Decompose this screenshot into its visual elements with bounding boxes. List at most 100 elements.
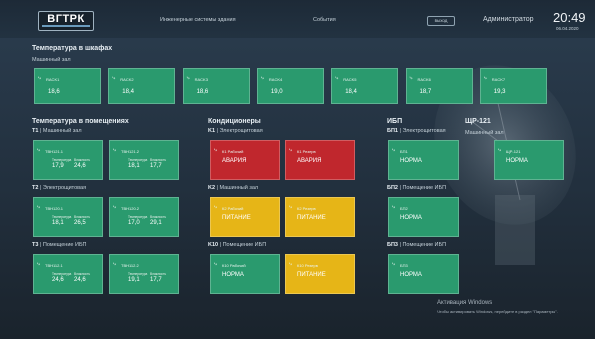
thermometer-icon: ⤷ xyxy=(37,204,40,210)
sensor-name: ТВН112.2 xyxy=(121,263,139,268)
windows-activation-text: Чтобы активировать Windows, перейдите в … xyxy=(437,309,558,314)
ac-group-location: Помещение ИБП xyxy=(222,242,267,248)
humidity-caption: Влажность xyxy=(150,272,167,276)
humidity-value: 17,7 xyxy=(150,277,162,283)
ac-unit-state: ПИТАНИЕ xyxy=(297,272,326,278)
ac-icon: ⤷ xyxy=(289,147,292,153)
cabinet-name: RACK6 xyxy=(417,77,431,82)
ups-group-id: БП2 xyxy=(387,185,398,191)
cabinet-name: RACK7 xyxy=(491,77,506,82)
ups-card[interactable]: ⤷ БП1 НОРМА xyxy=(388,140,459,180)
room-sensor-card[interactable]: ⤷ ТВН121.1 Температура Влажность 17,9 24,6 xyxy=(33,140,103,180)
ac-unit-card[interactable]: ⤷ К1 Рабочий АВАРИЯ xyxy=(210,140,280,180)
ac-unit-state: АВАРИЯ xyxy=(297,158,322,164)
humidity-value: 24,6 xyxy=(74,277,86,283)
logout-button[interactable]: выход xyxy=(427,16,455,26)
room-sensor-card[interactable]: ⤷ ТВН121.2 Температура Влажность 18,1 17,7 xyxy=(109,140,179,180)
thermometer-icon: ⤷ xyxy=(37,147,40,153)
temperature-value: 18,1 xyxy=(128,163,140,169)
cabinet-card[interactable]: ⤷ RACK5 18,4 xyxy=(331,68,399,104)
cabinet-name: RACK1 xyxy=(46,77,60,82)
temperature-caption: Температура xyxy=(52,215,72,219)
ups-group-label: БП1 | Электрощитовая xyxy=(387,128,446,134)
ups-name: БП1 xyxy=(400,149,408,154)
ac-unit-state: АВАРИЯ xyxy=(222,158,247,164)
cabinet-value: 18,4 xyxy=(345,89,357,95)
thermometer-icon: ⤷ xyxy=(112,75,116,81)
sensor-name: ТВН112.1 xyxy=(45,263,63,268)
ups-title: ИБП xyxy=(387,118,403,125)
cabinet-value: 18,4 xyxy=(122,89,134,95)
ac-icon: ⤷ xyxy=(289,204,292,210)
ac-unit-card[interactable]: ⤷ К2 Рабочий ПИТАНИЕ xyxy=(210,197,280,237)
ups-group-location: Помещение ИБП xyxy=(402,185,447,191)
ac-unit-card[interactable]: ⤷ К10 Рабочий НОРМА xyxy=(210,254,280,294)
shr-title: ЩР-121 xyxy=(465,118,491,125)
room-group-label: T2 | Электрощитовая xyxy=(32,185,86,191)
ac-group-id: K1 xyxy=(208,128,216,134)
cabinet-value: 19,0 xyxy=(270,89,283,95)
cabinet-value: 18,6 xyxy=(48,89,60,95)
sensor-name: ТВН120.2 xyxy=(121,206,140,211)
room-group-label: T3 | Помещение ИБП xyxy=(32,242,87,248)
room-sensor-card[interactable]: ⤷ ТВН112.1 Температура Влажность 24,6 24,6 xyxy=(33,254,103,294)
logo-text: ВГТРК xyxy=(47,13,85,25)
humidity-caption: Влажность xyxy=(74,158,91,162)
cabinet-card[interactable]: ⤷ RACK7 19,3 xyxy=(479,68,547,104)
thermometer-icon: ⤷ xyxy=(38,75,41,81)
cabinet-card[interactable]: ⤷ RACK6 18,7 xyxy=(405,68,473,104)
cabinet-card[interactable]: ⤷ RACK1 18,6 xyxy=(34,68,101,104)
thermometer-icon: ⤷ xyxy=(113,147,116,153)
thermometer-icon: ⤷ xyxy=(186,75,190,81)
logo[interactable]: ВГТРК xyxy=(38,11,94,31)
thermometer-icon: ⤷ xyxy=(483,75,487,81)
ups-group-id: БП1 xyxy=(387,128,398,134)
room-group-location: Электрощитовая xyxy=(42,185,87,191)
windows-activation-title: Активация Windows xyxy=(437,300,493,306)
logo-underline xyxy=(42,25,90,27)
thermometer-icon: ⤷ xyxy=(335,75,338,81)
nav-engineering[interactable]: Инженерные системы здания xyxy=(160,17,236,23)
ups-card[interactable]: ⤷ БП2 НОРМА xyxy=(388,197,459,237)
ac-group-location: Машинный зал xyxy=(219,185,259,191)
ac-unit-state: ПИТАНИЕ xyxy=(297,215,326,221)
temperature-caption: Температура xyxy=(128,272,148,276)
clock: 20:49 xyxy=(553,10,586,25)
ac-group-id: K2 xyxy=(208,185,216,191)
cabinet-card[interactable]: ⤷ RACK4 19,0 xyxy=(256,68,324,104)
room-group-location: Помещение ИБП xyxy=(42,242,87,248)
user-name: Администратор xyxy=(483,16,534,23)
temperature-caption: Температура xyxy=(128,215,148,219)
ac-unit-card[interactable]: ⤷ К2 Резерв ПИТАНИЕ xyxy=(285,197,355,237)
shr-state: НОРМА xyxy=(506,158,528,164)
ac-unit-card[interactable]: ⤷ К10 Резерв ПИТАНИЕ xyxy=(285,254,355,294)
humidity-value: 26,5 xyxy=(74,220,86,226)
temperature-caption: Температура xyxy=(52,158,72,162)
ac-group-label: K1 | Электрощитовая xyxy=(208,128,263,134)
cabinet-name: RACK5 xyxy=(343,77,357,82)
room-sensor-card[interactable]: ⤷ ТВН120.1 Температура Влажность 18,1 26,5 xyxy=(33,197,103,237)
room-sensor-card[interactable]: ⤷ ТВН112.2 Температура Влажность 19,1 17,7 xyxy=(109,254,179,294)
date: 06.04.2020 xyxy=(556,26,579,31)
temperature-caption: Температура xyxy=(128,158,148,162)
temperature-value: 24,6 xyxy=(52,277,64,283)
cabinet-name: RACK3 xyxy=(194,77,208,82)
ac-title: Кондиционеры xyxy=(208,118,261,125)
ups-group-label: БП3 | Помещение ИБП xyxy=(387,242,446,248)
sensor-name: ТВН120.1 xyxy=(45,206,64,211)
ac-unit-name: К1 Резерв xyxy=(297,149,316,154)
nav-events[interactable]: События xyxy=(313,17,336,23)
room-sensor-card[interactable]: ⤷ ТВН120.2 Температура Влажность 17,0 29,1 xyxy=(109,197,179,237)
temperature-value: 17,0 xyxy=(128,220,140,226)
humidity-value: 24,6 xyxy=(74,163,86,169)
humidity-value: 17,7 xyxy=(150,163,162,169)
ups-card[interactable]: ⤷ БП3 НОРМА xyxy=(388,254,459,294)
ac-unit-card[interactable]: ⤷ К1 Резерв АВАРИЯ xyxy=(285,140,355,180)
thermometer-icon: ⤷ xyxy=(409,75,413,81)
cabinet-value: 19,3 xyxy=(493,89,506,95)
cabinet-name: RACK2 xyxy=(120,77,134,82)
cabinet-card[interactable]: ⤷ RACK3 18,6 xyxy=(182,68,250,104)
cabinet-value: 18,7 xyxy=(419,89,432,95)
cabinet-card[interactable]: ⤷ RACK2 18,4 xyxy=(108,68,176,104)
shr-card[interactable]: ⤷ ЩР-121 НОРМА xyxy=(494,140,564,180)
